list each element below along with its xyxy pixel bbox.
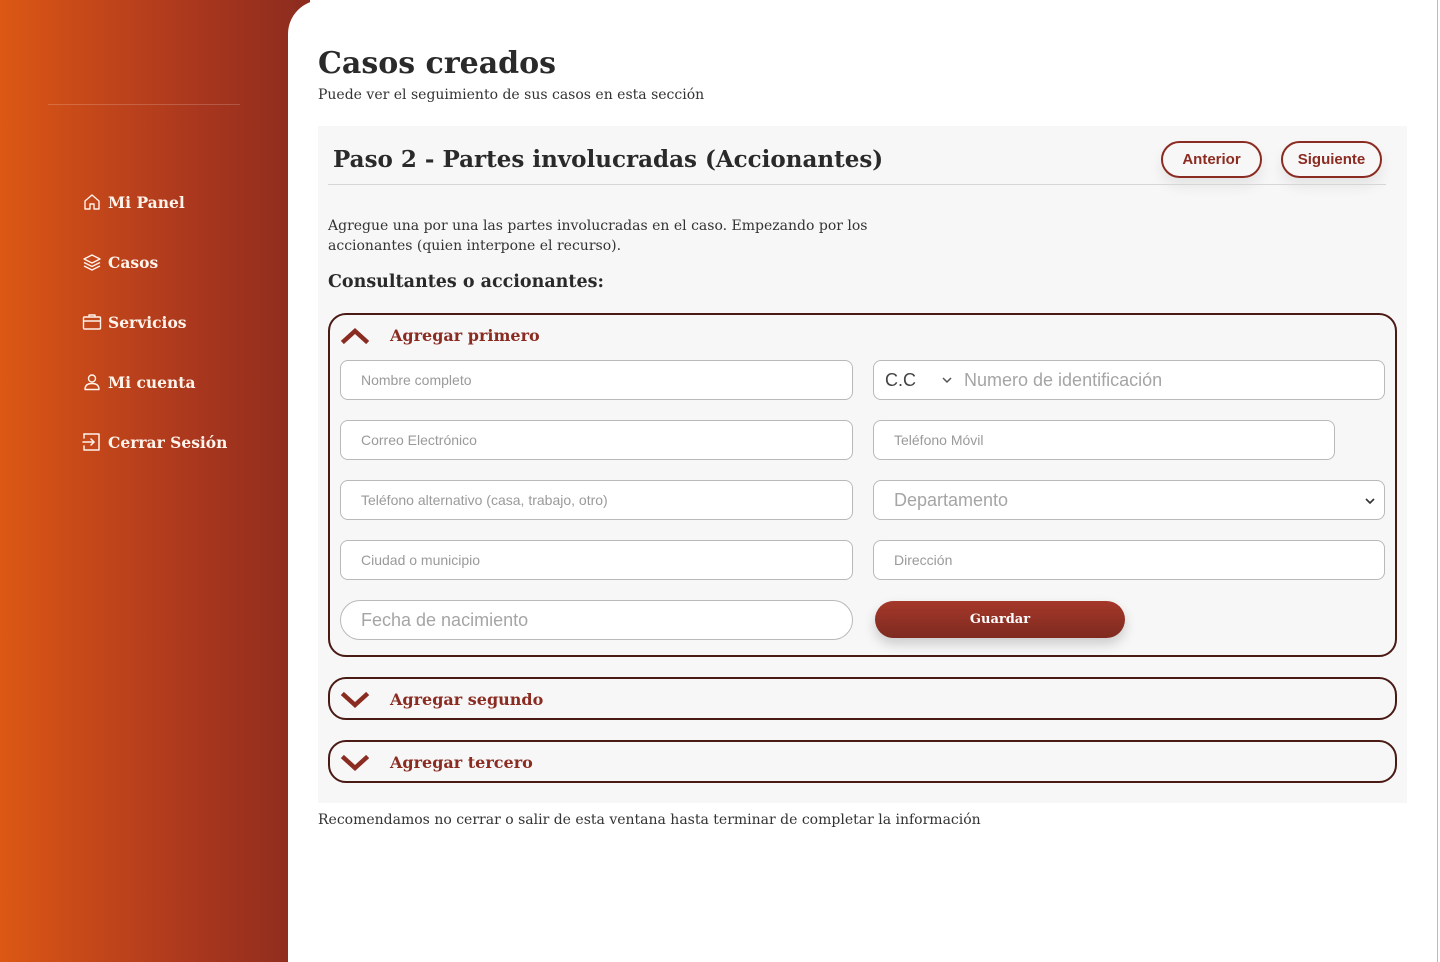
sidebar-item-mi-cuenta[interactable]: Mi cuenta — [82, 368, 227, 396]
section-label: Consultantes o accionantes: — [328, 272, 604, 292]
title-divider — [328, 184, 1386, 185]
sidebar-item-servicios[interactable]: Servicios — [82, 308, 227, 336]
full-name-input[interactable]: Nombre completo — [340, 360, 853, 400]
user-icon — [84, 374, 100, 391]
step-instructions: Agregue una por una las partes involucra… — [328, 218, 868, 254]
chevron-down-icon — [340, 754, 370, 772]
step-card: Paso 2 - Partes involucradas (Accionante… — [318, 126, 1407, 803]
sidebar-item-casos[interactable]: Casos — [82, 248, 227, 276]
sidebar-item-label: Mi Panel — [108, 192, 185, 212]
accordion-first: Agregar primero Nombre completo C.C Nume… — [328, 313, 1397, 657]
chevron-down-icon — [340, 691, 370, 709]
page-title: Casos creados — [318, 46, 557, 81]
address-input[interactable]: Dirección — [873, 540, 1385, 580]
logout-icon — [82, 433, 100, 451]
id-number-input[interactable]: Numero de identificación — [964, 370, 1162, 391]
accordion-second: Agregar segundo — [328, 677, 1397, 720]
footer-note: Recomendamos no cerrar o salir de esta v… — [318, 812, 981, 828]
id-field: C.C Numero de identificación — [873, 360, 1385, 400]
sidebar-item-label: Mi cuenta — [108, 372, 196, 392]
sidebar-item-label: Casos — [108, 252, 159, 272]
id-type-select[interactable]: C.C — [874, 361, 964, 399]
layers-icon — [83, 254, 101, 271]
sidebar-item-mi-panel[interactable]: Mi Panel — [82, 188, 227, 216]
mobile-phone-input[interactable]: Teléfono Móvil — [873, 420, 1335, 460]
main-content: Casos creados Puede ver el seguimiento d… — [288, 0, 1438, 962]
accordion-third-toggle[interactable]: Agregar tercero — [340, 742, 533, 782]
accordion-third: Agregar tercero — [328, 740, 1397, 783]
home-icon — [84, 194, 100, 210]
sidebar-nav: Mi Panel Casos Servicios Mi cuenta Cerra… — [82, 188, 227, 488]
save-button[interactable]: Guardar — [875, 601, 1125, 638]
previous-button[interactable]: Anterior — [1161, 141, 1262, 178]
department-value: Departamento — [894, 489, 1009, 510]
sidebar-item-cerrar-sesion[interactable]: Cerrar Sesión — [82, 428, 227, 456]
sidebar-item-label: Servicios — [108, 312, 187, 332]
accordion-first-toggle[interactable]: Agregar primero — [340, 315, 540, 355]
alt-phone-input[interactable]: Teléfono alternativo (casa, trabajo, otr… — [340, 480, 853, 520]
chevron-up-icon — [340, 327, 370, 345]
briefcase-icon — [82, 314, 102, 330]
accordion-label: Agregar tercero — [390, 752, 533, 772]
accordion-second-toggle[interactable]: Agregar segundo — [340, 679, 543, 719]
sidebar-divider — [48, 104, 240, 105]
id-type-value: C.C — [885, 369, 916, 390]
step-title: Paso 2 - Partes involucradas (Accionante… — [333, 146, 884, 173]
email-input[interactable]: Correo Electrónico — [340, 420, 853, 460]
department-select[interactable]: Departamento — [873, 480, 1385, 520]
page-subtitle: Puede ver el seguimiento de sus casos en… — [318, 87, 705, 103]
chevron-down-icon — [1365, 498, 1375, 505]
accordion-label: Agregar segundo — [390, 689, 544, 709]
sidebar: Mi Panel Casos Servicios Mi cuenta Cerra… — [0, 0, 310, 962]
chevron-down-icon — [942, 377, 952, 384]
next-button[interactable]: Siguiente — [1281, 141, 1382, 178]
birthdate-input[interactable]: Fecha de nacimiento — [340, 600, 853, 640]
accordion-label: Agregar primero — [390, 325, 540, 345]
city-input[interactable]: Ciudad o municipio — [340, 540, 853, 580]
sidebar-item-label: Cerrar Sesión — [108, 432, 228, 452]
